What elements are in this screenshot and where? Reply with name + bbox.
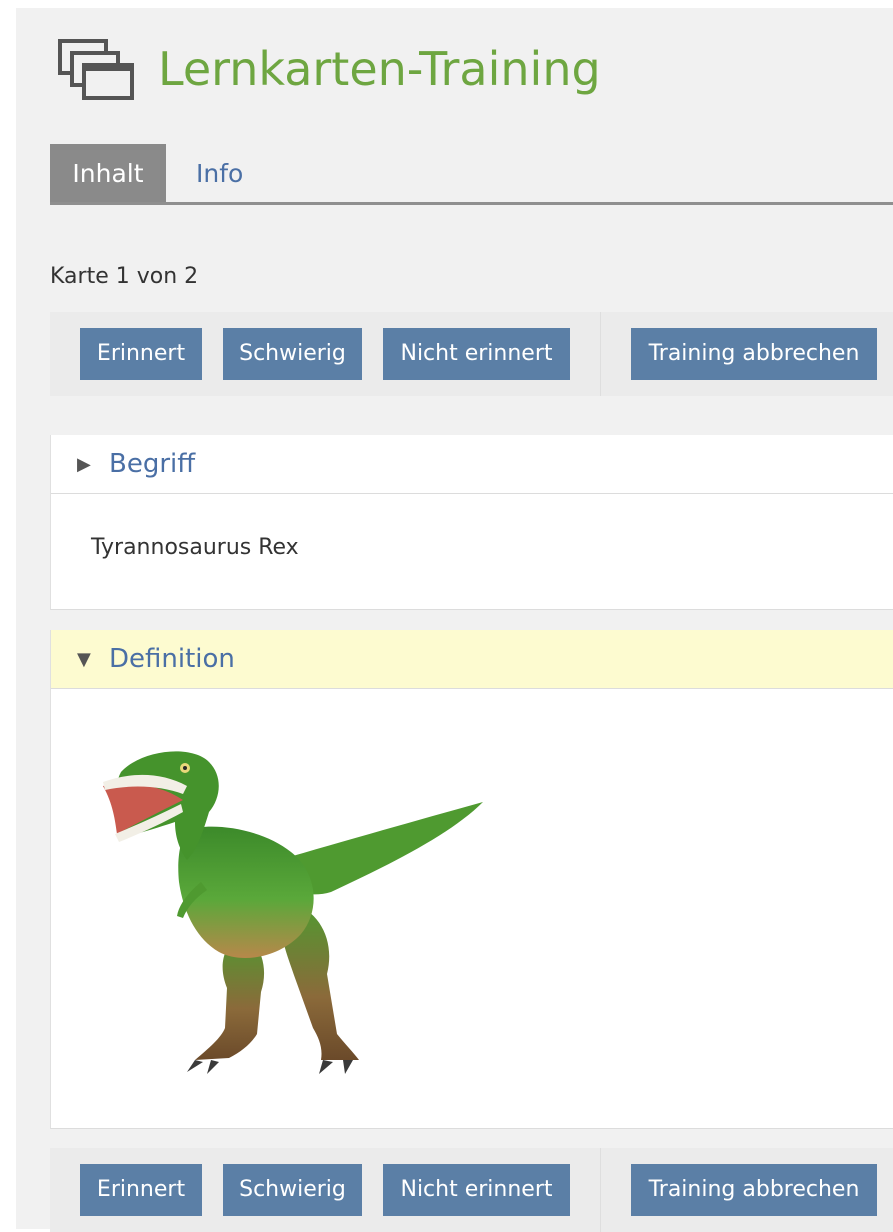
page-header: Lernkarten-Training xyxy=(58,34,601,104)
not-remembered-button[interactable]: Nicht erinnert xyxy=(383,328,570,380)
triangle-down-icon: ▼ xyxy=(77,649,91,670)
page-title: Lernkarten-Training xyxy=(158,42,601,96)
remembered-button[interactable]: Erinnert xyxy=(80,1164,202,1216)
remembered-button[interactable]: Erinnert xyxy=(80,328,202,380)
term-panel-header[interactable]: ▶ Begriff xyxy=(51,435,893,494)
training-toolbar-top: Erinnert Schwierig Nicht erinnert Traini… xyxy=(50,312,893,396)
toolbar-divider xyxy=(600,1148,601,1232)
abort-training-button[interactable]: Training abbrechen xyxy=(631,1164,877,1216)
difficult-button[interactable]: Schwierig xyxy=(223,328,362,380)
tab-info[interactable]: Info xyxy=(196,144,243,202)
tab-inhalt[interactable]: Inhalt xyxy=(50,144,166,202)
difficult-button[interactable]: Schwierig xyxy=(223,1164,362,1216)
page-background: Lernkarten-Training Inhalt Info Karte 1 … xyxy=(16,8,893,1232)
flashcards-stack-icon xyxy=(58,39,134,100)
not-remembered-button[interactable]: Nicht erinnert xyxy=(383,1164,570,1216)
definition-panel-title: Definition xyxy=(109,644,235,674)
term-panel-title: Begriff xyxy=(109,449,196,479)
triangle-right-icon: ▶ xyxy=(77,454,91,475)
term-text: Tyrannosaurus Rex xyxy=(91,535,299,560)
definition-panel: ▼ Definition xyxy=(50,630,893,1129)
term-panel: ▶ Begriff Tyrannosaurus Rex xyxy=(50,435,893,610)
toolbar-divider xyxy=(600,312,601,396)
tab-bar: Inhalt Info xyxy=(50,144,893,205)
card-counter: Karte 1 von 2 xyxy=(50,264,199,289)
abort-training-button[interactable]: Training abbrechen xyxy=(631,328,877,380)
training-toolbar-bottom: Erinnert Schwierig Nicht erinnert Traini… xyxy=(50,1148,893,1232)
t-rex-image xyxy=(103,751,483,1074)
definition-panel-header[interactable]: ▼ Definition xyxy=(51,630,893,689)
